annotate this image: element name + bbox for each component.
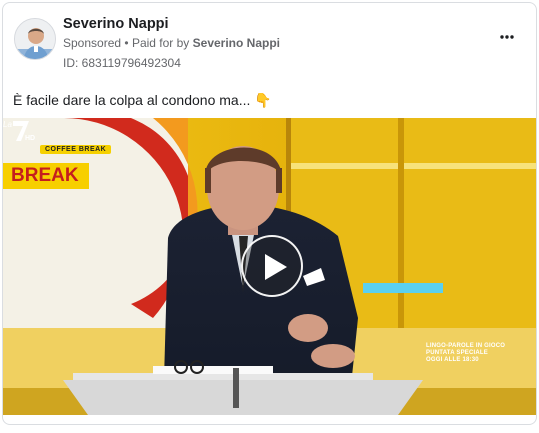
- ad-id: ID: 683119796492304: [63, 56, 181, 70]
- la7-logo: La HD: [3, 120, 35, 142]
- program-title: BREAK: [3, 163, 89, 189]
- more-horizontal-icon: [500, 35, 514, 39]
- svg-text:HD: HD: [25, 135, 35, 142]
- pointing-down-emoji: 👇: [254, 92, 272, 108]
- video-player[interactable]: COFFEE BREAK BREAK LINGO-PAROLE IN GIOCO…: [3, 118, 536, 415]
- sponsored-label: Sponsored: [63, 36, 122, 50]
- post-text: È facile dare la colpa al condono ma... …: [13, 92, 272, 109]
- post-text-body: È facile dare la colpa al condono ma...: [13, 92, 251, 108]
- ticker-line-3: OGGI ALLE 18:30: [426, 357, 479, 363]
- meta-separator: •: [124, 36, 129, 50]
- svg-text:La: La: [3, 120, 12, 129]
- author-name[interactable]: Severino Nappi: [63, 16, 169, 32]
- ticker-line-1: LINGO-PAROLE IN GIOCO: [426, 343, 506, 349]
- ticker-line-2: PUNTATA SPECIALE: [426, 350, 488, 356]
- play-icon: [265, 254, 287, 280]
- paid-for-prefix: Paid for by: [131, 36, 190, 50]
- ad-post-card: Severino Nappi Sponsored • Paid for by S…: [2, 2, 537, 425]
- avatar-image: [15, 19, 55, 59]
- sponsored-meta: Sponsored • Paid for by Severino Nappi: [63, 36, 280, 50]
- play-button[interactable]: [241, 235, 303, 297]
- more-options-button[interactable]: [496, 29, 518, 49]
- author-avatar[interactable]: [14, 18, 56, 60]
- post-header: Severino Nappi Sponsored • Paid for by S…: [3, 3, 536, 83]
- promo-ticker: LINGO-PAROLE IN GIOCO PUNTATA SPECIALE O…: [426, 343, 505, 364]
- paid-for-name: Severino Nappi: [192, 36, 281, 50]
- program-badge: COFFEE BREAK: [40, 145, 112, 154]
